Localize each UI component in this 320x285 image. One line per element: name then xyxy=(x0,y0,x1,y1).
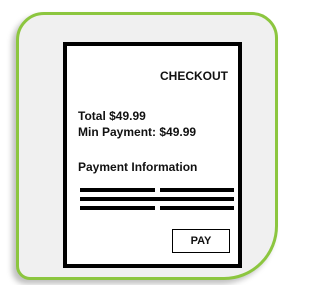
pay-button[interactable]: PAY xyxy=(172,229,230,253)
checkout-receipt: CHECKOUT Total $49.99 Min Payment: $49.9… xyxy=(63,42,242,268)
card-name-field[interactable] xyxy=(160,188,234,192)
card-number-field[interactable] xyxy=(80,188,155,192)
billing-address-field[interactable] xyxy=(80,197,234,201)
expiry-field[interactable] xyxy=(80,206,155,210)
payment-info-heading: Payment Information xyxy=(78,160,198,174)
cvv-field[interactable] xyxy=(160,206,234,210)
total-amount: Total $49.99 xyxy=(78,109,146,123)
checkout-title: CHECKOUT xyxy=(160,69,228,83)
min-payment: Min Payment: $49.99 xyxy=(78,125,197,139)
